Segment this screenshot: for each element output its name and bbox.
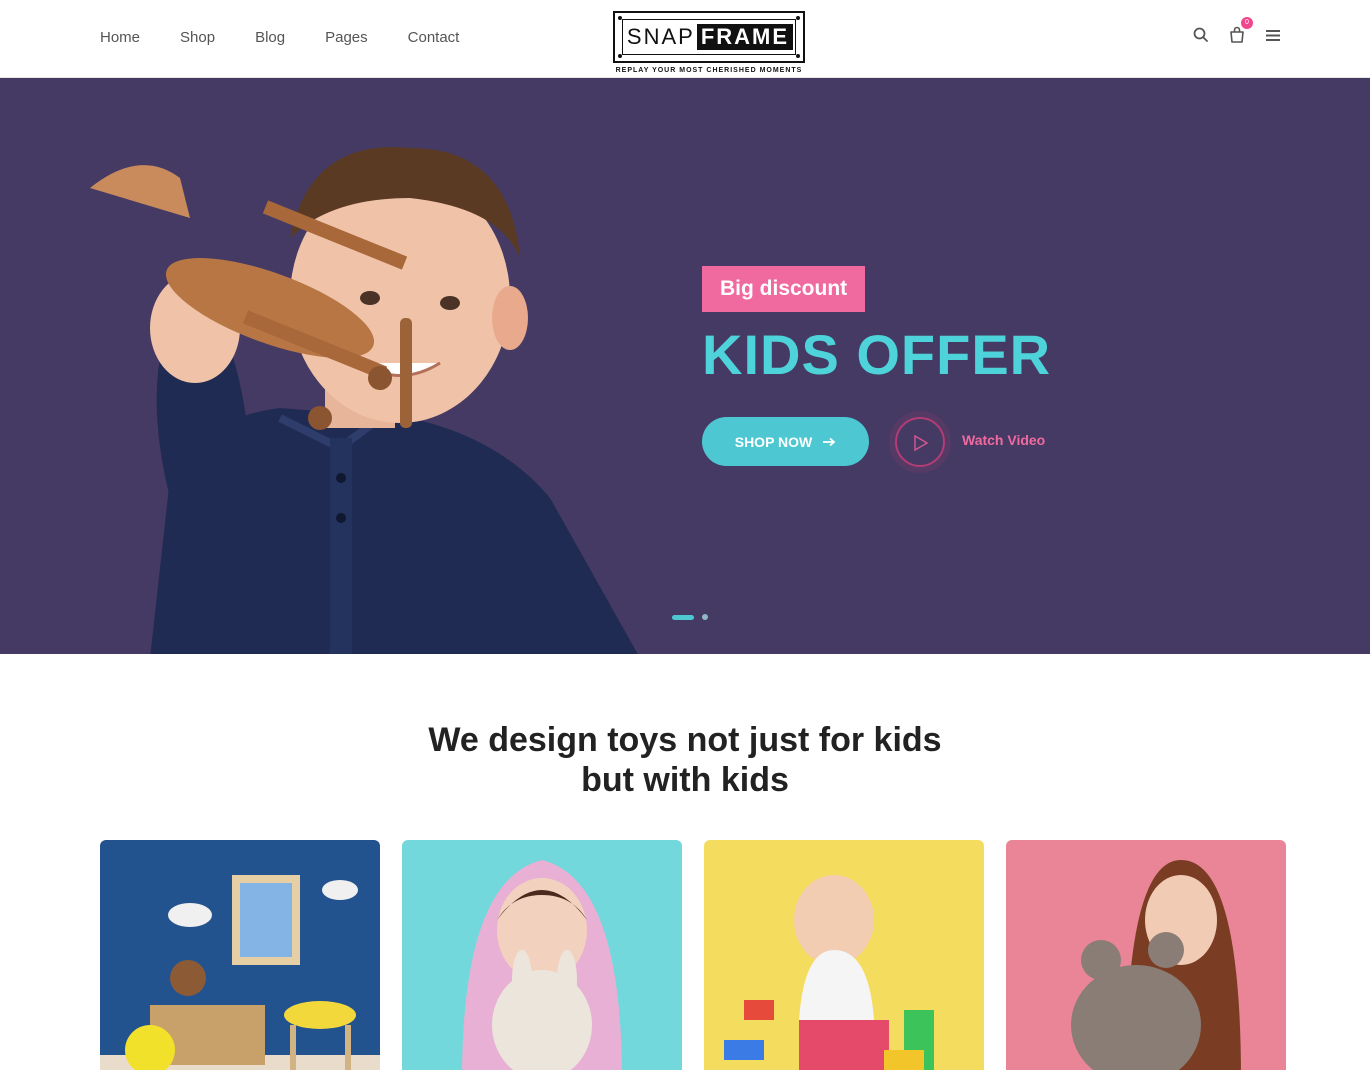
logo-tagline: REPLAY YOUR MOST CHERISHED MOMENTS [615,67,803,74]
category-cards [100,840,1286,1070]
cart-icon[interactable]: 0 [1228,17,1253,44]
shop-now-label: SHOP NOW [734,433,813,450]
hero-title: KIDS OFFER [702,323,1052,386]
play-video-button[interactable] [895,417,945,467]
logo-frame-border: SNAP FRAME [613,11,805,63]
nursery-room-image [100,840,380,1070]
logo-frame-text: FRAME [696,24,794,50]
shop-now-button[interactable]: SHOP NOW [702,417,869,466]
baby-with-blocks-image [704,840,984,1070]
slider-pagination [672,614,708,620]
play-icon [914,434,929,452]
section-heading-line-1: We design toys not just for kids [428,721,942,759]
section-heading-line-2: but with kids [581,761,789,799]
cart-count-badge: 0 [1241,17,1253,29]
logo-snap-text: SNAP [626,24,695,49]
nav-shop[interactable]: Shop [180,29,215,46]
nav-blog[interactable]: Blog [255,29,285,46]
arrow-right-icon [823,437,836,446]
header-actions: 0 [1192,17,1282,44]
nav-pages[interactable]: Pages [325,29,368,46]
discount-badge: Big discount [702,266,866,312]
site-logo[interactable]: SNAP FRAME REPLAY YOUR MOST CHERISHED MOM… [613,11,805,75]
main-nav: Home Shop Blog Pages Contact [100,29,499,46]
hero-kid-with-plane-image [90,147,638,654]
category-card-plush[interactable] [402,840,682,1070]
slider-dot-1[interactable] [672,614,694,620]
hero-banner: Big discount KIDS OFFER SHOP NOW Watch V… [0,78,1370,654]
nav-contact[interactable]: Contact [408,29,460,46]
section-heading: We design toys not just for kids but wit… [0,720,1370,800]
category-card-nursery[interactable] [100,840,380,1070]
search-icon[interactable] [1192,26,1210,44]
nav-home[interactable]: Home [100,29,140,46]
girl-with-bunny-image [402,840,682,1070]
watch-video-link[interactable]: Watch Video [962,432,1045,448]
category-card-teddy[interactable] [1006,840,1286,1070]
menu-icon[interactable] [1264,26,1282,44]
girl-with-teddy-image [1006,840,1286,1070]
slider-dot-2[interactable] [702,614,708,620]
site-header: Home Shop Blog Pages Contact SNAP FRAME R… [0,0,1370,78]
category-card-blocks[interactable] [704,840,984,1070]
